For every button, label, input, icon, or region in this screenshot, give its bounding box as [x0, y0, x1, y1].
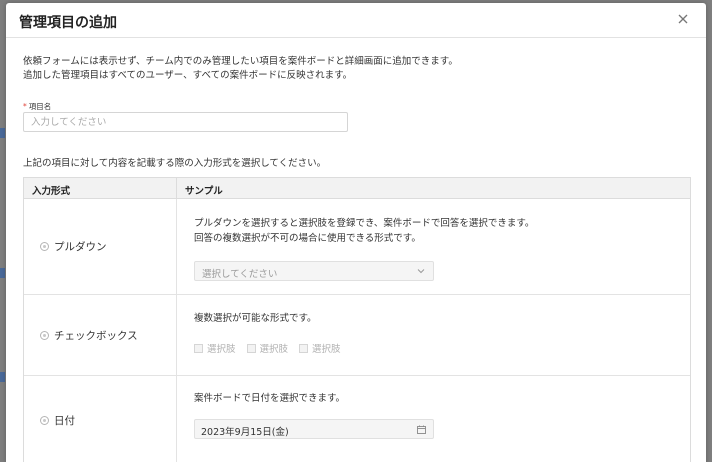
sample-checkbox: 選択肢	[246, 341, 289, 355]
description-line: 追加した管理項目はすべてのユーザー、すべての案件ボードに反映されます。	[23, 70, 353, 81]
checkbox-square	[299, 343, 309, 353]
close-icon[interactable]	[676, 12, 690, 26]
sample-checkboxes: 選択肢 選択肢 選択肢	[194, 341, 341, 355]
sample-cell: 複数選択が可能な形式です。 選択肢 選択肢 選択肢	[177, 295, 690, 375]
checkbox-square	[194, 343, 203, 353]
radio-button[interactable]	[40, 242, 49, 251]
input-type-instruction: 上記の項目に対して内容を記載する際の入力形式を選択してください。	[23, 158, 327, 169]
radio-button[interactable]	[40, 416, 49, 425]
sample-date-field: 2023年9月15日(金)	[194, 419, 434, 439]
input-type-table: 入力形式 サンプル プルダウン プルダウンを選択すると選択肢を登録でき、案件ボー…	[23, 177, 691, 462]
table-row: チェックボックス 複数選択が可能な形式です。 選択肢 選択肢 選択肢	[24, 295, 690, 376]
sample-description: 複数選択が可能な形式です。	[194, 313, 317, 324]
radio-option-dropdown[interactable]: プルダウン	[24, 199, 177, 294]
date-value: 2023年9月15日(金)	[201, 427, 289, 438]
header-sample: サンプル	[185, 186, 223, 197]
required-mark: *	[23, 102, 27, 111]
checkbox-square	[246, 343, 256, 353]
sample-line: プルダウンを選択すると選択肢を登録でき、案件ボードで回答を選択できます。	[194, 218, 535, 229]
sample-select: 選択してください	[194, 261, 434, 281]
radio-button[interactable]	[40, 330, 49, 340]
table-row: プルダウン プルダウンを選択すると選択肢を登録でき、案件ボードで回答を選択できま…	[24, 199, 690, 295]
sample-checkbox: 選択肢	[194, 341, 236, 355]
close-button[interactable]	[676, 12, 690, 26]
table-row: 日付 案件ボードで日付を選択できます。 2023年9月15日(金)	[24, 376, 690, 462]
chevron-down-icon	[417, 269, 425, 274]
modal-header: 管理項目の追加	[6, 3, 706, 38]
calendar-icon	[417, 425, 426, 434]
option-label: チェックボックス	[54, 329, 138, 342]
option-label: 日付	[54, 415, 75, 427]
sample-checkbox: 選択肢	[299, 341, 341, 355]
radio-option-date[interactable]: 日付	[24, 376, 177, 462]
header-input-type: 入力形式	[24, 178, 177, 198]
checkbox-label: 選択肢	[312, 344, 341, 355]
add-field-modal: 管理項目の追加 依頼フォームには表示せず、チーム内でのみ管理したい項目を案件ボー…	[6, 3, 706, 462]
select-placeholder: 選択してください	[202, 269, 278, 280]
checkbox-label: 選択肢	[207, 344, 236, 355]
description-line: 依頼フォームには表示せず、チーム内でのみ管理したい項目を案件ボードと詳細画面に追…	[23, 56, 458, 67]
modal-title: 管理項目の追加	[19, 15, 117, 31]
field-name-label: * 項目名	[23, 101, 51, 112]
field-label-text: 項目名	[28, 102, 52, 111]
field-name-input[interactable]	[23, 112, 348, 132]
sample-cell: 案件ボードで日付を選択できます。 2023年9月15日(金)	[177, 376, 690, 462]
sample-line: 回答の複数選択が不可の場合に使用できる形式です。	[194, 233, 421, 244]
option-label: プルダウン	[54, 241, 107, 253]
table-header: 入力形式 サンプル	[24, 178, 690, 199]
sample-description: 案件ボードで日付を選択できます。	[194, 393, 346, 404]
checkbox-label: 選択肢	[259, 344, 289, 355]
radio-option-checkbox[interactable]: チェックボックス	[24, 295, 177, 375]
sample-cell: プルダウンを選択すると選択肢を登録でき、案件ボードで回答を選択できます。 回答の…	[177, 199, 690, 294]
backdrop-edge-mark	[0, 268, 5, 278]
modal-description: 依頼フォームには表示せず、チーム内でのみ管理したい項目を案件ボードと詳細画面に追…	[23, 55, 458, 83]
backdrop-edge-mark	[0, 128, 5, 138]
backdrop-edge-mark	[0, 372, 5, 382]
sample-description: プルダウンを選択すると選択肢を登録でき、案件ボードで回答を選択できます。 回答の…	[194, 216, 534, 246]
